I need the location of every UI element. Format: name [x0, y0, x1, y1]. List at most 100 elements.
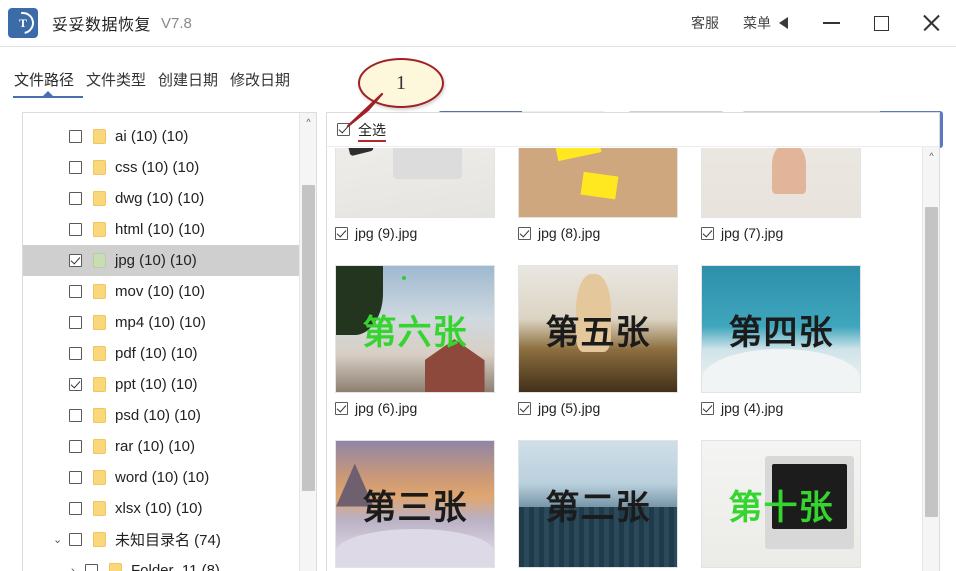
thumbnail-cell[interactable]: 第四张 jpg (4).jpg: [701, 265, 884, 440]
thumbnail-image[interactable]: 第十张: [701, 440, 861, 568]
folder-icon: [93, 315, 106, 330]
tree-item-checkbox[interactable]: [69, 347, 82, 360]
file-checkbox[interactable]: [701, 401, 714, 415]
file-checkbox[interactable]: [701, 226, 714, 240]
tree-item[interactable]: mov (10) (10): [23, 276, 301, 307]
tree-item-checkbox[interactable]: [69, 161, 82, 174]
tab-modified-date-label: 修改日期: [230, 72, 291, 89]
thumbnail-cell[interactable]: 第二张jpg (2).jpg: [518, 440, 701, 571]
sub-toolbar: 文件路径 文件类型 创建日期 修改日期 预览 列表: [0, 47, 956, 148]
tree-item[interactable]: pdf (10) (10): [23, 338, 301, 369]
tree-item-checkbox[interactable]: [69, 130, 82, 143]
annotation-callout-1: 1: [346, 58, 444, 128]
tree-item-checkbox[interactable]: [69, 378, 82, 391]
tree-item-checkbox[interactable]: [69, 316, 82, 329]
caret-left-icon[interactable]: [779, 17, 788, 29]
tree-item[interactable]: › Folder_11 (8): [23, 555, 301, 571]
tree-item-checkbox[interactable]: [69, 533, 82, 546]
minimize-button[interactable]: [806, 0, 856, 47]
thumbnail-cell[interactable]: 第三张jpg (3).jpg: [335, 440, 518, 571]
file-name-label: jpg (4).jpg: [721, 400, 784, 416]
file-name-label: jpg (5).jpg: [538, 400, 601, 416]
tab-file-path-label: 文件路径: [14, 72, 75, 89]
thumbnail-cell[interactable]: 第十张jpg (10).jpg: [701, 440, 884, 571]
thumbnail-image[interactable]: 第二张: [518, 440, 678, 568]
folder-icon: [93, 253, 106, 268]
thumbnail-panel: 全选 jpg (9).jpg jpg (8).jpg jpg (7).jpg 第六张 j…: [326, 112, 940, 571]
tree-item[interactable]: ai (10) (10): [23, 121, 301, 152]
tree-item-label: word (10) (10): [115, 469, 210, 486]
grid-scrollbar[interactable]: ^: [922, 147, 939, 571]
file-tree: ai (10) (10) css (10) (10) dwg (10) (10) ht…: [23, 113, 301, 571]
folder-icon: [93, 160, 106, 175]
thumbnail-cell[interactable]: jpg (7).jpg: [701, 148, 884, 265]
thumbnail-cell[interactable]: jpg (9).jpg: [335, 148, 518, 265]
thumbnail-cell[interactable]: 第五张 jpg (5).jpg: [518, 265, 701, 440]
chevron-right-icon[interactable]: ›: [71, 565, 81, 571]
thumbnail-cell[interactable]: 第六张 jpg (6).jpg: [335, 265, 518, 440]
tree-item-checkbox[interactable]: [69, 502, 82, 515]
folder-icon: [93, 439, 106, 454]
thumbnail-grid: jpg (9).jpg jpg (8).jpg jpg (7).jpg 第六张 jpg …: [327, 148, 924, 571]
tree-item[interactable]: html (10) (10): [23, 214, 301, 245]
close-icon: [921, 13, 941, 33]
file-tree-panel: ai (10) (10) css (10) (10) dwg (10) (10) ht…: [22, 112, 317, 571]
tree-scrollbar-thumb[interactable]: [302, 185, 315, 491]
tab-file-type-label: 文件类型: [86, 72, 147, 89]
thumbnail-filename-row: jpg (8).jpg: [518, 225, 701, 241]
menu-button[interactable]: 菜单: [731, 13, 783, 33]
tab-file-type[interactable]: 文件类型: [86, 69, 146, 102]
thumbnail-overlay-text: 第十张: [728, 487, 834, 528]
tree-item[interactable]: jpg (10) (10): [23, 245, 301, 276]
maximize-button[interactable]: [856, 0, 906, 47]
tab-modified-date[interactable]: 修改日期: [230, 69, 290, 102]
thumbnail-image[interactable]: 第四张: [701, 265, 861, 393]
select-all-bar: 全选: [327, 113, 939, 147]
tree-item-checkbox[interactable]: [69, 471, 82, 484]
tree-item-checkbox[interactable]: [69, 223, 82, 236]
grid-scrollbar-thumb[interactable]: [925, 207, 938, 517]
thumbnail-image[interactable]: [335, 148, 495, 218]
customer-support-button[interactable]: 客服: [679, 13, 731, 33]
tree-item[interactable]: ⌄ 未知目录名 (74): [23, 524, 301, 555]
tree-item-checkbox[interactable]: [69, 285, 82, 298]
tree-item[interactable]: mp4 (10) (10): [23, 307, 301, 338]
tree-item-checkbox[interactable]: [69, 409, 82, 422]
callout-tail-icon: [346, 92, 384, 128]
thumbnail-cell[interactable]: jpg (8).jpg: [518, 148, 701, 265]
tab-created-date[interactable]: 创建日期: [158, 69, 218, 102]
close-button[interactable]: [906, 0, 956, 47]
tree-item[interactable]: rar (10) (10): [23, 431, 301, 462]
tree-item[interactable]: dwg (10) (10): [23, 183, 301, 214]
tree-item[interactable]: css (10) (10): [23, 152, 301, 183]
tree-item-checkbox[interactable]: [69, 192, 82, 205]
tree-item[interactable]: ppt (10) (10): [23, 369, 301, 400]
file-checkbox[interactable]: [518, 226, 531, 240]
scroll-up-arrow-icon[interactable]: ^: [923, 147, 939, 164]
tab-file-path[interactable]: 文件路径: [13, 69, 83, 102]
thumbnail-image[interactable]: [701, 148, 861, 218]
tree-item[interactable]: word (10) (10): [23, 462, 301, 493]
folder-icon: [93, 346, 106, 361]
thumbnail-image[interactable]: 第三张: [335, 440, 495, 568]
folder-icon: [93, 284, 106, 299]
tree-item[interactable]: xlsx (10) (10): [23, 493, 301, 524]
tree-item-checkbox[interactable]: [85, 564, 98, 571]
tree-item[interactable]: psd (10) (10): [23, 400, 301, 431]
folder-icon: [93, 191, 106, 206]
scroll-up-arrow-icon[interactable]: ^: [300, 113, 316, 130]
tree-item-checkbox[interactable]: [69, 440, 82, 453]
thumbnail-overlay-text: 第六张: [362, 312, 468, 353]
tree-item-checkbox[interactable]: [69, 254, 82, 267]
tree-scrollbar[interactable]: ^: [299, 113, 316, 571]
thumbnail-image[interactable]: 第六张: [335, 265, 495, 393]
thumbnail-filename-row: jpg (7).jpg: [701, 225, 884, 241]
folder-icon: [93, 408, 106, 423]
thumbnail-image[interactable]: [518, 148, 678, 218]
file-checkbox[interactable]: [335, 226, 348, 240]
chevron-down-icon[interactable]: ⌄: [53, 534, 63, 545]
file-checkbox[interactable]: [335, 401, 348, 415]
thumbnail-overlay-text: 第三张: [362, 487, 468, 528]
thumbnail-image[interactable]: 第五张: [518, 265, 678, 393]
file-checkbox[interactable]: [518, 401, 531, 415]
